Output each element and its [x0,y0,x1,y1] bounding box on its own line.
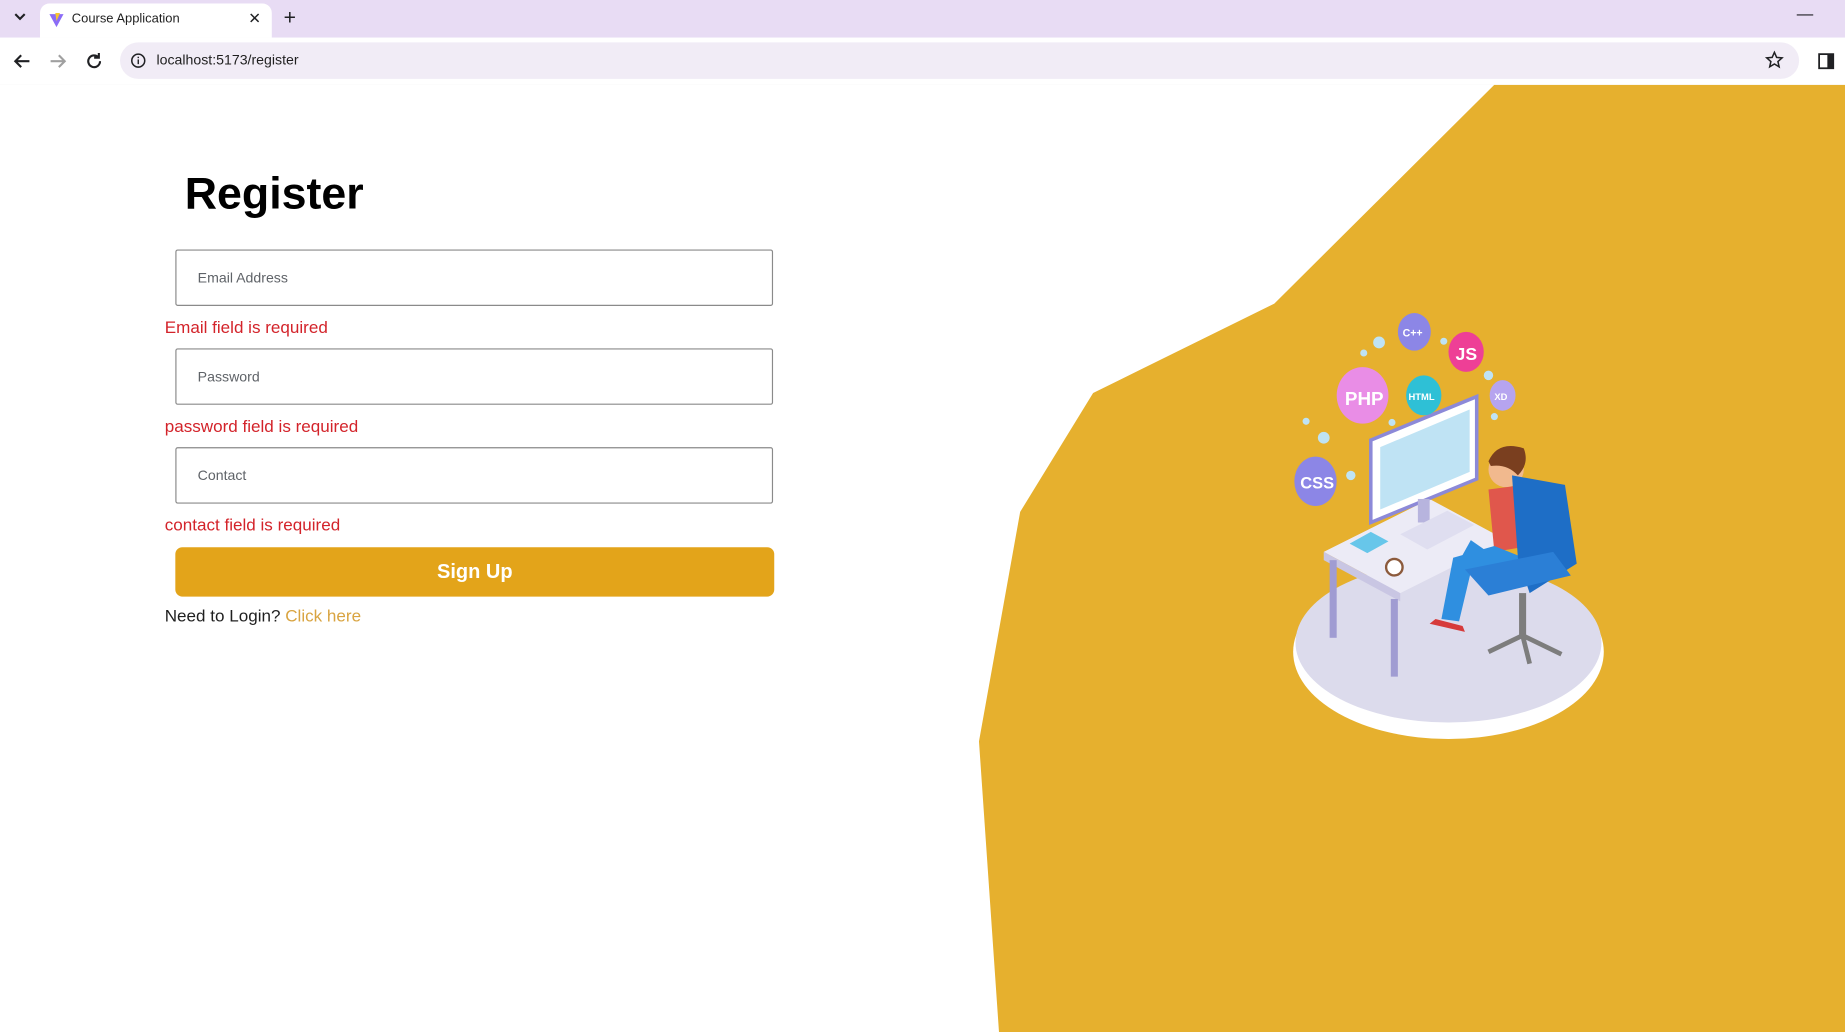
badge-css: CSS [1300,474,1334,492]
tab-close-icon[interactable]: ✕ [248,9,261,28]
site-info-icon[interactable] [131,53,146,68]
minimize-window-icon[interactable]: — [1797,4,1813,23]
bookmark-star-icon[interactable] [1764,50,1784,70]
tab-list-chevron-icon[interactable] [11,7,30,26]
password-error-message: password field is required [164,417,359,437]
back-arrow-icon[interactable] [11,49,35,73]
login-prompt: Need to Login? Click here [165,607,361,626]
forward-arrow-icon[interactable] [46,49,70,73]
address-bar[interactable]: localhost:5173/register [120,42,1800,79]
login-link[interactable]: Click here [285,607,361,626]
browser-tab-bar: Course Application ✕ + — [0,0,1845,38]
side-panel-icon[interactable] [1817,52,1836,71]
sign-up-button[interactable]: Sign Up [175,547,775,597]
contact-error-message: contact field is required [164,516,341,536]
badge-cpp: C++ [1403,328,1423,340]
browser-toolbar: localhost:5173/register [0,37,1845,86]
contact-input[interactable] [175,447,774,504]
browser-tab-active[interactable]: Course Application ✕ [40,3,272,38]
register-page: Register Email field is required passwor… [0,84,1845,1032]
badge-xd: XD [1494,391,1507,402]
reload-icon[interactable] [82,49,106,73]
page-title: Register [184,169,364,219]
developer-desk-illustration: PHP C++ JS HTML XD CSS [1293,313,1604,740]
email-error-message: Email field is required [164,318,328,338]
url-text: localhost:5173/register [156,51,299,69]
password-input[interactable] [175,348,774,405]
vite-logo-icon [49,12,64,28]
badge-html: HTML [1408,391,1434,402]
email-input[interactable] [175,249,774,306]
badge-js: JS [1456,344,1478,364]
badge-php: PHP [1345,388,1384,409]
new-tab-icon[interactable]: + [284,6,296,30]
login-prompt-text: Need to Login? [164,607,281,627]
tab-title: Course Application [71,11,180,26]
